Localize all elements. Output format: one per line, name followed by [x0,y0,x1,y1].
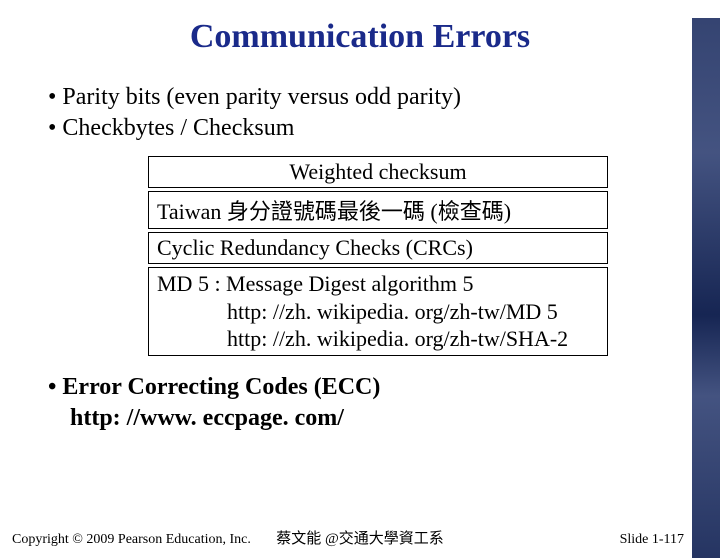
slide-number: Slide 1-117 [620,532,684,548]
bullet-parity: • Parity bits (even parity versus odd pa… [48,84,688,111]
box-group: Weighted checksum Taiwan 身分證號碼最後一碼 (檢查碼)… [148,156,608,356]
box-crc: Cyclic Redundancy Checks (CRCs) [148,232,608,264]
slide-title: Communication Errors [0,18,720,56]
bullet-checksum: • Checkbytes / Checksum [48,115,688,142]
md5-title: MD 5 : Message Digest algorithm 5 [157,271,474,296]
box-md5: MD 5 : Message Digest algorithm 5 http: … [148,267,608,356]
content-area: • Parity bits (even parity versus odd pa… [0,84,720,432]
md5-link-1: http: //zh. wikipedia. org/zh-tw/MD 5 [157,298,599,326]
box-taiwan-id: Taiwan 身分證號碼最後一碼 (檢查碼) [148,191,608,229]
author-credit: 蔡文能 @交通大學資工系 [0,527,720,548]
box-weighted-checksum: Weighted checksum [148,156,608,188]
decorative-sidebar [692,18,720,558]
md5-link-2: http: //zh. wikipedia. org/zh-tw/SHA-2 [157,325,599,353]
ecc-url: http: //www. eccpage. com/ [48,405,688,432]
bullet-ecc: • Error Correcting Codes (ECC) [48,374,688,401]
